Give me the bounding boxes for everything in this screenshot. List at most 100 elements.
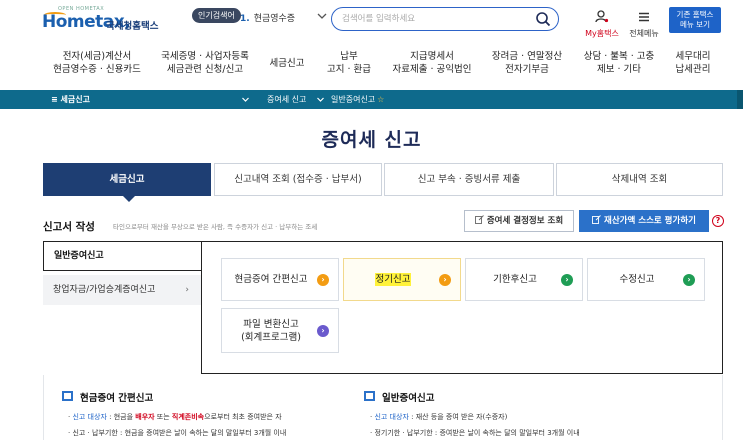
- emph: 배우자: [135, 413, 155, 421]
- text: 또는: [154, 413, 172, 421]
- option-late-report[interactable]: 기한후신고 ›: [465, 258, 583, 301]
- side-item-general-gift[interactable]: 일반증여신고: [43, 241, 201, 271]
- info-section: 현금증여 간편신고 · 신고 대상자 : 현금을 배우자 또는 직계존비속으로부…: [43, 375, 723, 440]
- favorite-star-icon[interactable]: ☆: [377, 95, 384, 104]
- tab-tax-report[interactable]: 세금신고: [43, 163, 211, 196]
- edit-icon: [592, 215, 601, 224]
- gnb-line1: 지급명세서: [410, 51, 454, 62]
- gnb-item-tax-agent[interactable]: 세무대리납세관리: [676, 50, 711, 76]
- gnb-item-incentive[interactable]: 장려금 · 연말정산전자기부금: [492, 50, 562, 76]
- gnb-item-tax-report[interactable]: 세금신고: [270, 57, 305, 70]
- info-cash-gift-head: 현금증여 간편신고: [62, 390, 286, 404]
- legacy-menu-button[interactable]: 기존 홈택스 메뉴 보기: [669, 7, 721, 33]
- user-icon: [595, 10, 609, 23]
- emph: : 증여받은 날이 속하는 달의 말일부터 3개월 이내: [432, 429, 580, 437]
- option-cash-gift-simple[interactable]: 현금증여 간편신고 ›: [221, 258, 339, 301]
- gnb-line1: 국세증명 · 사업자등록: [161, 51, 249, 62]
- chevron-down-icon[interactable]: [316, 10, 328, 22]
- info-cash-gift-deadline: · 신고 · 납부기한 : 현금을 증여받은 날이 속하는 달의 말일부터 3개…: [68, 429, 287, 437]
- info-cash-gift-target: · 신고 대상자 : 현금을 배우자 또는 직계존비속으로부터 최초 증여받은 …: [68, 413, 282, 421]
- emph: 직계존비속: [171, 413, 205, 421]
- tab-report-history[interactable]: 신고내역 조회 (접수증 · 납부서): [214, 163, 382, 196]
- gnb-line2: 세금관련 신청/신고: [166, 64, 244, 75]
- popular-term-label: 현금영수증: [253, 14, 296, 24]
- page-title: 증여세 신고: [321, 129, 422, 151]
- label: 정기기한 · 납부기한: [374, 429, 433, 437]
- gnb-line1: 세금신고: [269, 58, 305, 69]
- gnb-line2: 전자기부금: [505, 64, 549, 75]
- arrow-right-icon: ›: [317, 325, 329, 337]
- gnb-line1: 세무대리: [675, 51, 711, 62]
- breadcrumb-level1[interactable]: 증여세 신고: [267, 94, 306, 105]
- arrow-right-icon: ›: [683, 274, 695, 286]
- breadcrumb: ≡ 세금신고 증여세 신고 일반증여신고 ☆: [0, 90, 743, 109]
- active-tab-pointer: [123, 196, 135, 202]
- tab-bar: 세금신고 신고내역 조회 (접수증 · 납부서) 신고 부속 · 증빙서류 제출…: [43, 163, 723, 196]
- square-bullet-icon: [364, 391, 375, 401]
- label: 신고 · 납부기한: [72, 429, 118, 437]
- legacy-label-line1: 기존 홈택스: [676, 10, 714, 19]
- decision-info-button[interactable]: 증여세 결정정보 조회: [464, 210, 574, 232]
- global-nav: 전자(세금)계산서현금영수증 · 신용카드 국세증명 · 사업자등록세금관련 신…: [0, 46, 743, 86]
- gnb-line1: 장려금 · 연말정산: [491, 51, 563, 62]
- self-evaluate-button[interactable]: 재산가액 스스로 평가하기: [579, 210, 709, 232]
- info-general-gift-title: 일반증여신고: [382, 393, 435, 404]
- search-input[interactable]: [342, 11, 522, 27]
- chevron-right-icon: ›: [185, 285, 189, 295]
- info-general-gift: 일반증여신고 · 신고 대상자 : 재산 등을 증여 받은 자(수증자) · 정…: [364, 390, 580, 438]
- all-menu-button[interactable]: 전체메뉴: [625, 8, 663, 39]
- gnb-line2: 제보 · 기타: [596, 64, 642, 75]
- help-icon[interactable]: ?: [712, 215, 724, 227]
- gnb-item-statement[interactable]: 지급명세서자료제출 · 공익법인: [393, 50, 472, 76]
- side-item-startup-gift[interactable]: 창업자금/가업승계증여신고 ›: [43, 275, 201, 305]
- text: : 현금을: [106, 413, 136, 421]
- info-general-gift-deadline: · 정기기한 · 납부기한 : 증여받은 날이 속하는 달의 말일부터 3개월 …: [370, 429, 580, 437]
- info-cash-gift: 현금증여 간편신고 · 신고 대상자 : 현금을 배우자 또는 직계존비속으로부…: [62, 390, 286, 438]
- tab-deleted-history[interactable]: 삭제내역 조회: [556, 163, 723, 196]
- option-label: 정기신고: [374, 273, 412, 286]
- self-evaluate-label: 재산가액 스스로 평가하기: [604, 216, 696, 226]
- arrow-right-icon: ›: [439, 274, 451, 286]
- gnb-item-certificate[interactable]: 국세증명 · 사업자등록세금관련 신청/신고: [161, 50, 249, 76]
- breadcrumb-edge: [737, 90, 743, 109]
- option-amended-report[interactable]: 수정신고 ›: [587, 258, 705, 301]
- text: : 재산 등을 증여 받은 자(수증자): [408, 413, 508, 421]
- edit-icon: [474, 215, 484, 224]
- arrow-right-icon: ›: [317, 274, 329, 286]
- report-type-panel: 현금증여 간편신고 › 정기신고 › 기한후신고 › 수정신고 › 파일 변환신…: [201, 241, 723, 374]
- my-hometax-button[interactable]: My홈택스: [582, 8, 622, 39]
- gnb-line1: 납부: [340, 51, 358, 62]
- hometax-logo[interactable]: OPEN HOMETAX Hometax, 국세청홈택스: [42, 6, 162, 34]
- gnb-line2: 납세관리: [675, 64, 711, 75]
- option-file-conversion[interactable]: 파일 변환신고 (회계프로그램) ›: [221, 308, 339, 353]
- label: 신고 대상자: [374, 413, 409, 421]
- square-bullet-icon: [62, 391, 73, 401]
- logo-org-name: 국세청홈택스: [106, 21, 159, 32]
- emph: : 현금을 증여받은 날이 속하는 달의 말일부터 3개월 이내: [117, 429, 287, 437]
- gnb-line2: 자료제출 · 공익법인: [392, 64, 472, 75]
- gnb-item-payment[interactable]: 납부고지 · 환급: [327, 50, 371, 76]
- breadcrumb-level2[interactable]: 일반증여신고 ☆: [331, 94, 384, 105]
- popular-search-term[interactable]: 1. 현금영수증: [240, 11, 295, 24]
- info-general-gift-target: · 신고 대상자 : 재산 등을 증여 받은 자(수증자): [370, 413, 508, 421]
- gnb-line2: 현금영수증 · 신용카드: [53, 64, 141, 75]
- option-regular-report[interactable]: 정기신고 ›: [343, 258, 461, 301]
- search-box: [331, 7, 559, 31]
- chevron-down-icon[interactable]: [241, 95, 250, 104]
- search-icon[interactable]: [535, 11, 551, 27]
- text: 으로부터 최초 증여받은 자: [204, 413, 282, 421]
- breadcrumb-level2-label: 일반증여신고: [331, 95, 376, 104]
- info-cash-gift-title: 현금증여 간편신고: [80, 393, 154, 404]
- tab-attachment-submit[interactable]: 신고 부속 · 증빙서류 제출: [384, 163, 554, 196]
- gnb-line1: 전자(세금)계산서: [62, 51, 132, 62]
- info-general-gift-head: 일반증여신고: [364, 390, 580, 404]
- popular-rank: 1.: [240, 14, 250, 24]
- option-label: 파일 변환신고: [243, 318, 299, 330]
- all-menu-label: 전체메뉴: [629, 29, 659, 38]
- gnb-line2: 고지 · 환급: [326, 64, 372, 75]
- chevron-down-icon[interactable]: [316, 95, 325, 104]
- breadcrumb-menu[interactable]: ≡ 세금신고: [51, 94, 90, 105]
- header: OPEN HOMETAX Hometax, 국세청홈택스 인기검색어 1. 현금영…: [0, 0, 743, 40]
- gnb-item-e-invoice[interactable]: 전자(세금)계산서현금영수증 · 신용카드: [53, 50, 141, 76]
- gnb-item-consult[interactable]: 상담 · 불복 · 고충 제보 · 기타: [584, 50, 655, 76]
